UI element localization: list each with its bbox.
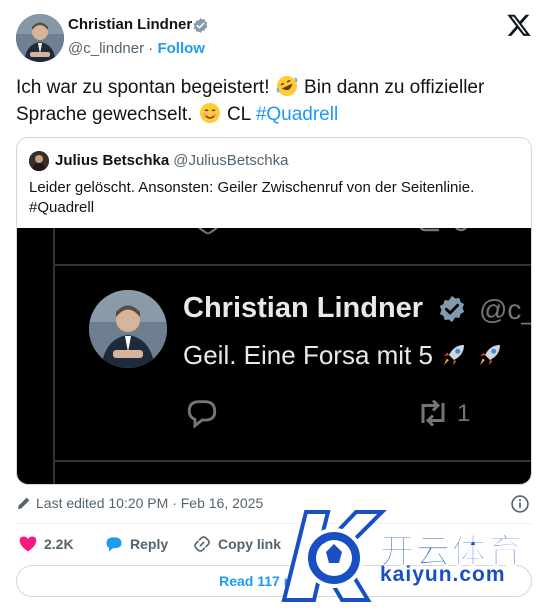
rocket-emoji-icon-2 [479, 345, 500, 365]
media-retweet-icon [421, 399, 445, 427]
media-tweet-body: Geil. Eine Forsa mit 5 [183, 340, 433, 370]
media-thread-line [53, 228, 55, 484]
media-tweet-text: Geil. Eine Forsa mit 5 [183, 340, 505, 371]
media-reply-icon [187, 400, 217, 429]
reply-bubble-icon [106, 537, 122, 552]
author-name[interactable]: Christian Lindner [68, 16, 192, 33]
heart-icon [19, 536, 37, 552]
copy-link-button[interactable]: Copy link [192, 534, 281, 554]
quoted-author-name: Julius Betschka [55, 152, 170, 169]
verified-badge-icon [193, 18, 208, 33]
quoted-author-row: Julius Betschka @JuliusBetschka [55, 152, 289, 169]
tweet-text-part3: CL [221, 104, 256, 125]
quoted-text: Leider gelöscht. Ansonsten: Geiler Zwisc… [29, 178, 519, 218]
like-count: 2.2K [44, 536, 74, 552]
media-verified-badge-icon [439, 295, 465, 323]
smiling-emoji-icon [199, 103, 220, 123]
media-partial-retweet-icon [420, 228, 468, 232]
edited-text: Last edited 10:20 PM · Feb 16, 2025 [36, 495, 264, 511]
media-divider-top [53, 264, 531, 266]
reply-button[interactable]: Reply [104, 534, 168, 554]
edited-timestamp[interactable]: Last edited 10:20 PM · Feb 16, 2025 [16, 495, 263, 511]
quoted-author-handle: @JuliusBetschka [173, 152, 289, 169]
rofl-emoji-icon [276, 76, 298, 96]
media-author-avatar [89, 290, 167, 368]
quoted-media-image[interactable]: Christian Lindner @c_ Geil. Eine Forsa m… [17, 228, 532, 484]
link-icon [194, 536, 210, 552]
separator: · [148, 40, 154, 57]
like-button[interactable]: 2.2K [18, 534, 74, 554]
follow-button[interactable]: Follow [157, 40, 205, 57]
copy-link-label: Copy link [218, 536, 282, 552]
author-handle[interactable]: @c_lindner [68, 40, 144, 57]
tweet-hashtag[interactable]: #Quadrell [256, 104, 338, 125]
quoted-text-body: Leider gelöscht. Ansonsten: Geiler Zwisc… [29, 179, 475, 196]
media-retweet-count: 1 [457, 400, 471, 427]
quoted-hashtag: #Quadrell [29, 199, 95, 216]
media-author-name: Christian Lindner [183, 292, 424, 324]
watermark-text-latin: kaiyun.com [380, 563, 506, 586]
x-logo-icon[interactable] [506, 12, 532, 38]
quoted-tweet[interactable]: Julius Betschka @JuliusBetschka Leider ge… [16, 137, 532, 485]
tweet-text: Ich war zu spontan begeistert! Bin dann … [16, 74, 532, 128]
tweet-text-part1: Ich war zu spontan begeistert! [16, 77, 275, 98]
author-avatar[interactable] [16, 14, 64, 62]
quoted-author-avatar [29, 151, 49, 171]
rocket-emoji-icon [443, 345, 464, 365]
media-divider-bottom [53, 460, 531, 462]
author-handle-row: @c_lindner · Follow [68, 40, 205, 57]
tweet-embed: Christian Lindner @c_lindner · Follow Ic… [0, 0, 548, 609]
pencil-icon [18, 497, 30, 509]
media-partial-icon [198, 228, 218, 234]
reply-label: Reply [130, 536, 169, 552]
media-author-handle: @c_ [479, 294, 532, 325]
